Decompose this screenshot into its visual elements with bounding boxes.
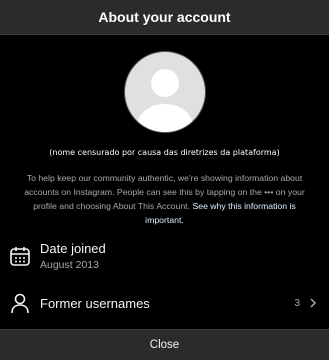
- avatar-container: [0, 51, 329, 133]
- close-button[interactable]: Close: [0, 329, 329, 360]
- former-usernames-right: 3: [294, 297, 319, 309]
- date-joined-value: August 2013: [40, 259, 99, 271]
- default-avatar-icon: [136, 69, 193, 132]
- account-username: (nome censurado por causa das diretrizes…: [49, 148, 280, 157]
- former-usernames-row[interactable]: Former usernames 3: [0, 291, 329, 315]
- former-usernames-label: Former usernames: [40, 295, 150, 311]
- calendar-icon: [9, 245, 31, 267]
- date-joined-text: Date joined August 2013: [40, 241, 106, 271]
- dialog-title: About your account: [98, 9, 231, 25]
- chevron-right-icon: [310, 298, 317, 308]
- close-label: Close: [149, 339, 180, 351]
- former-usernames-count: 3: [294, 297, 300, 309]
- person-icon: [9, 292, 31, 314]
- info-text-block: To help keep our community authentic, we…: [22, 171, 307, 227]
- dialog-header: About your account: [0, 0, 329, 35]
- date-joined-label: Date joined: [40, 241, 106, 256]
- date-joined-row: Date joined August 2013: [0, 241, 329, 271]
- former-usernames-text: Former usernames: [40, 296, 150, 311]
- avatar: [123, 51, 206, 133]
